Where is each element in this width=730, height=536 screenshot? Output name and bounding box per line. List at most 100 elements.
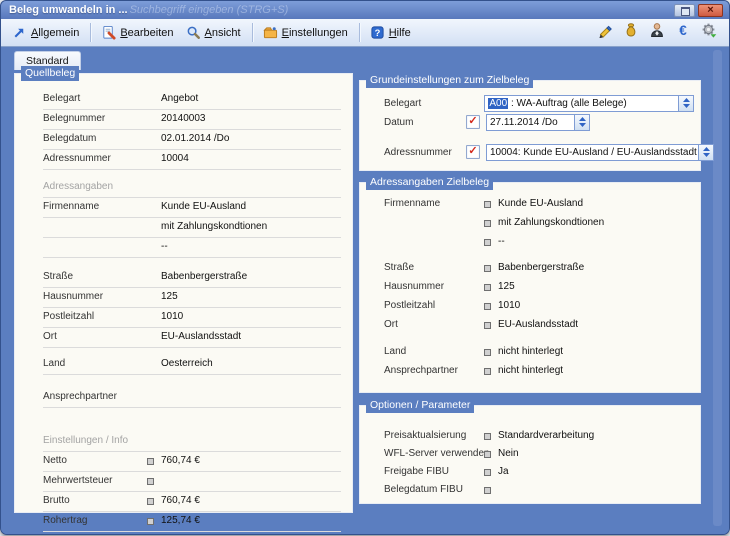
field-label [384,214,484,233]
pen-icon[interactable] [597,22,613,43]
field-value: Standardverarbeitung [498,427,594,445]
bullet-icon [484,469,491,476]
toolbar-button-label: Allgemein [31,27,79,39]
field-value: mit Zahlungskondtionen [498,214,604,233]
toolbar-separator [252,23,254,42]
field-value: nicht hinterlegt [498,343,563,362]
field-row-belegdatum-fibu: Belegdatum FIBU [384,481,692,499]
field-label: Straße [384,259,484,278]
belegart-dropdown[interactable]: A00 : WA-Auftrag (alle Belege) [484,95,694,112]
close-button[interactable]: × [698,4,723,17]
spinner-button[interactable] [698,145,713,160]
bullet-icon [484,265,491,272]
field-value: 760,74 € [161,452,200,471]
field-value: 20140003 [161,110,206,129]
field-row-netto: Netto 760,74 € [43,452,341,472]
toolbar-button-ansicht[interactable]: Ansicht [181,23,248,42]
euro-icon[interactable]: € [675,22,691,43]
field-row-belegdatum: Belegdatum 02.01.2014 /Do [43,130,341,150]
field-row-hausnummer: Hausnummer 125 [43,288,341,308]
field-label: Mehrwertsteuer [43,472,147,491]
maximize-button[interactable] [674,4,695,17]
person-icon[interactable] [649,22,665,43]
up-down-arrows-icon [683,98,690,108]
selected-code: A00 [488,98,508,109]
field-value: 760,74 € [161,492,200,511]
window-title: Beleg umwandeln in ... [9,4,128,16]
field-label [43,238,161,257]
field-value: Nein [498,445,519,463]
toolbar-button-bearbeiten[interactable]: Bearbeiten [96,23,180,42]
adressnummer-dropdown[interactable]: 10004: Kunde EU-Ausland / EU-Auslandssta… [486,144,714,161]
field-label: Ort [384,316,484,335]
spinner-button[interactable] [574,115,589,130]
right-edge-panel [713,50,722,526]
field-value: EU-Auslandsstadt [498,316,578,335]
bullet-icon [484,201,491,208]
field-label: Postleitzahl [43,308,161,327]
toolbar-button-hilfe[interactable]: ? Hilfe [365,23,418,42]
field-row-freigabe-fibu: Freigabe FIBU Ja [384,463,692,481]
field-value: -- [498,233,505,252]
bullet-icon [147,518,154,525]
field-value: Oesterreich [161,355,213,374]
field-row-ziel-strasse: Straße Babenbergerstraße [384,259,692,278]
field-row-ziel-firmenname3: -- [384,233,692,252]
field-row-ort: Ort EU-Auslandsstadt [43,328,341,348]
field-label: Firmenname [384,195,484,214]
toolbar-button-label: Einstellungen [282,27,348,39]
field-value: 10004 [161,150,189,169]
dropdown-value: 10004: Kunde EU-Ausland / EU-Auslandssta… [487,147,698,158]
field-value: 02.01.2014 /Do [161,130,229,149]
field-row-adressnummer: Adressnummer 10004 [43,150,341,170]
field-label: Belegnummer [43,110,161,129]
adressnummer-checkbox[interactable]: ✓ [466,145,480,159]
field-row-belegart: Belegart Angebot [43,90,341,110]
titlebar-search-hint[interactable]: Suchbegriff eingeben (STRG+S) [130,4,289,16]
field-value: Babenbergerstraße [498,259,584,278]
field-label: Ort [43,328,161,347]
spinner-button[interactable] [678,96,693,111]
bullet-icon [484,487,491,494]
help-icon: ? [370,25,385,40]
field-value: 1010 [498,297,520,316]
toolbar-separator [359,23,361,42]
field-value: Kunde EU-Ausland [498,195,583,214]
gear-icon[interactable] [701,22,717,43]
field-row-ziel-ort: Ort EU-Auslandsstadt [384,316,692,335]
toolbar-button-allgemein[interactable]: Allgemein [7,23,86,42]
bullet-icon [484,433,491,440]
field-row-ziel-firmenname: Firmenname Kunde EU-Ausland [384,195,692,214]
field-row-rohertrag: Rohertrag 125,74 € [43,512,341,532]
edit-document-icon [101,25,116,40]
field-label: Datum [384,117,466,128]
field-value: 125 [161,288,178,307]
title-bar: Beleg umwandeln in ... Suchbegriff einge… [1,1,729,19]
field-row-mehrwertsteuer: Mehrwertsteuer [43,472,341,492]
field-label: Land [43,355,161,374]
field-label: Belegdatum [43,130,161,149]
field-label: Hausnummer [43,288,161,307]
field-row-ziel-ansprechpartner: Ansprechpartner nicht hinterlegt [384,362,692,381]
field-row-ziel-land: Land nicht hinterlegt [384,343,692,362]
toolbar-button-einstellungen[interactable]: Einstellungen [258,23,355,42]
toolbar-button-label: Bearbeiten [120,27,173,39]
field-row-ziel-hausnummer: Hausnummer 125 [384,278,692,297]
datum-checkbox[interactable]: ✓ [466,115,480,129]
field-row-brutto: Brutto 760,74 € [43,492,341,512]
field-label: Land [384,343,484,362]
checkmark-icon: ✓ [468,145,477,157]
datum-field[interactable]: 27.11.2014 /Do [486,114,590,131]
arrow-ne-icon [12,25,27,40]
up-down-arrows-icon [579,117,586,127]
field-row-ziel-postleitzahl: Postleitzahl 1010 [384,297,692,316]
field-row-ziel-belegart: Belegart A00 : WA-Auftrag (alle Belege) [384,94,694,112]
field-label: Belegdatum FIBU [384,481,484,499]
field-value: Kunde EU-Ausland [161,198,246,217]
bullet-icon [484,303,491,310]
bullet-icon [484,349,491,356]
field-row-ziel-firmenname2: mit Zahlungskondtionen [384,214,692,233]
field-row-ziel-datum: Datum ✓ 27.11.2014 /Do [384,113,694,131]
money-bag-icon[interactable] [623,22,639,43]
field-label: WFL-Server verwenden [384,445,484,463]
